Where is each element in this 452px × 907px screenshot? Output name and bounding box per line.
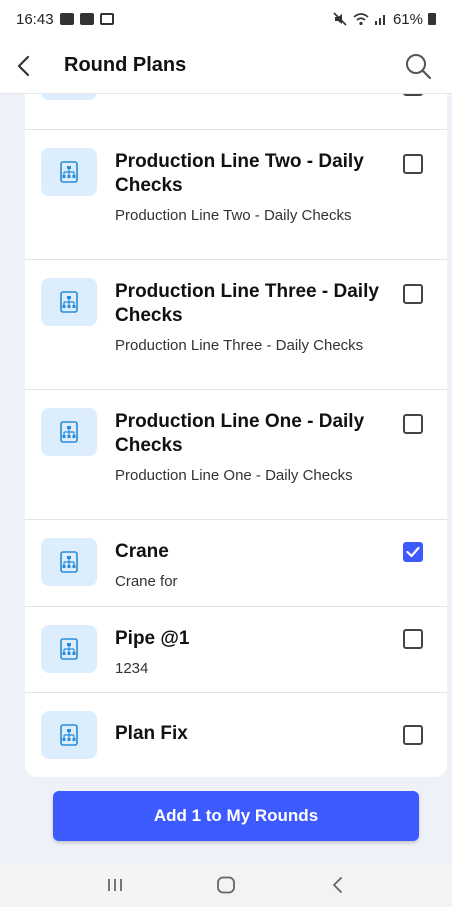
battery-percentage: 61% (392, 10, 423, 28)
status-time: 16:43 (16, 10, 54, 28)
plan-checkbox[interactable] (403, 94, 423, 96)
list-item-text: Production Line One - Daily Checks Produ… (115, 410, 383, 486)
plan-title: Pipe @1 (115, 628, 190, 649)
plan-thumbnail (41, 148, 97, 196)
search-icon (406, 53, 432, 79)
checkmark-icon (406, 546, 420, 558)
app-header: Round Plans (0, 38, 452, 94)
plan-checkbox[interactable] (403, 414, 423, 434)
plan-description: Production Line Three - Daily Checks (115, 337, 364, 354)
plan-checkbox[interactable] (403, 154, 423, 174)
list-item[interactable] (25, 94, 447, 130)
nav-home-button[interactable] (196, 865, 256, 905)
status-left: 16:43 (16, 11, 114, 28)
plan-description: 1234 (115, 660, 149, 677)
video-notification-icon (79, 13, 94, 25)
round-plans-list: Production Line Two - Daily Checks Produ… (25, 94, 447, 777)
plan-document-icon (60, 551, 78, 573)
plan-thumbnail (41, 711, 97, 759)
list-item[interactable]: Production Line Three - Daily Checks Pro… (25, 260, 447, 390)
plan-thumbnail (41, 278, 97, 326)
plan-title: Crane (115, 541, 169, 562)
plan-document-icon (60, 161, 78, 183)
plan-document-icon (60, 638, 78, 660)
plan-title: Production Line One - Daily Checks (115, 411, 365, 456)
plan-document-icon (60, 421, 78, 443)
back-button[interactable] (16, 46, 52, 86)
app-notification-icon (99, 13, 114, 25)
round-plans-list-area[interactable]: Production Line Two - Daily Checks Produ… (0, 94, 452, 863)
page-title: Round Plans (64, 54, 187, 76)
mute-icon (333, 12, 347, 26)
list-item[interactable]: Pipe @1 1234 (25, 607, 447, 693)
signal-icon (374, 15, 385, 25)
nav-recents-button[interactable] (85, 865, 145, 905)
list-item[interactable]: Production Line Two - Daily Checks Produ… (25, 130, 447, 260)
status-right: 61% (332, 11, 436, 28)
plan-document-icon (60, 724, 78, 746)
add-to-my-rounds-button[interactable]: Add 1 to My Rounds (53, 791, 419, 841)
plan-checkbox[interactable] (403, 725, 423, 745)
chevron-left-icon (17, 55, 30, 76)
recents-icon (108, 879, 123, 891)
list-item-text: Plan Fix (115, 722, 383, 746)
list-item-text: Pipe @1 1234 (115, 627, 383, 679)
plan-checkbox[interactable] (403, 284, 423, 304)
plan-document-icon (60, 291, 78, 313)
list-item[interactable]: Production Line One - Daily Checks Produ… (25, 390, 447, 520)
plan-title: Production Line Three - Daily Checks (115, 281, 379, 326)
plan-thumbnail (41, 625, 97, 673)
plan-thumbnail (41, 408, 97, 456)
wifi-icon (353, 13, 369, 26)
home-icon (217, 876, 235, 894)
search-button[interactable] (400, 46, 436, 86)
status-bar: 16:43 61% (0, 0, 452, 38)
plan-title: Production Line Two - Daily Checks (115, 151, 364, 196)
system-nav-bar (0, 863, 452, 907)
gallery-notification-icon (59, 13, 74, 25)
plan-description: Production Line One - Daily Checks (115, 467, 353, 484)
plan-description: Crane for (115, 573, 178, 590)
plan-checkbox[interactable] (403, 629, 423, 649)
nav-back-button[interactable] (307, 865, 367, 905)
plan-title: Plan Fix (115, 723, 188, 744)
list-item[interactable]: Plan Fix (25, 693, 447, 777)
plan-thumbnail (41, 538, 97, 586)
plan-checkbox[interactable] (403, 542, 423, 562)
list-item[interactable]: Crane Crane for (25, 520, 447, 607)
back-icon (332, 877, 342, 893)
list-item-text: Production Line Three - Daily Checks Pro… (115, 280, 383, 356)
list-item-text: Crane Crane for (115, 540, 383, 592)
plan-thumbnail (41, 94, 97, 100)
plan-description: Production Line Two - Daily Checks (115, 207, 352, 224)
battery-icon (428, 13, 436, 25)
list-item-text: Production Line Two - Daily Checks Produ… (115, 150, 383, 226)
